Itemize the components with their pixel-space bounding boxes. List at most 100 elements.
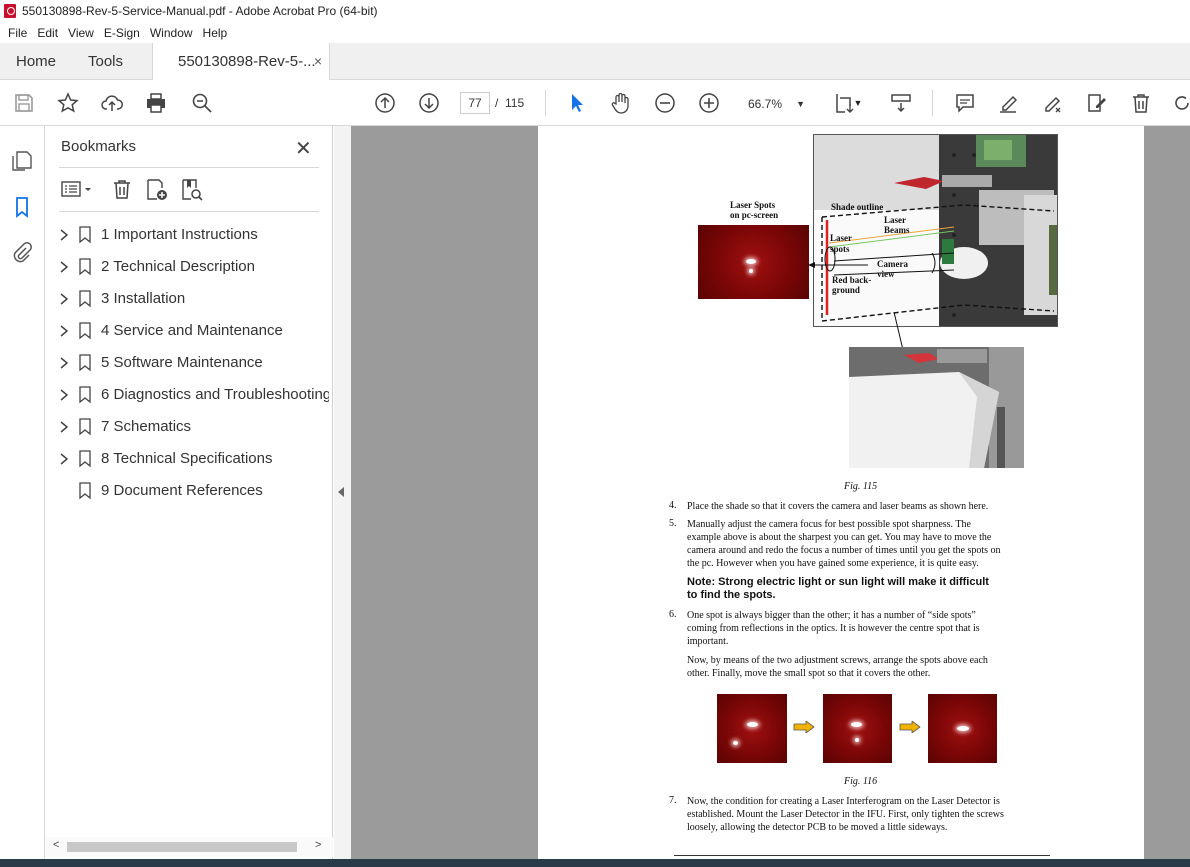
menu-window[interactable]: Window [145,26,198,40]
bookmark-item[interactable]: 4 Service and Maintenance [59,315,329,347]
bookmark-icon [79,290,91,308]
zoom-level-dropdown[interactable]: 66.7% ▼ [741,93,811,115]
page-up-icon[interactable] [373,91,397,115]
bookmark-icon [79,226,91,244]
bookmark-panel-icon[interactable] [11,196,33,218]
bookmark-item[interactable]: 3 Installation [59,283,329,315]
panel-title: Bookmarks [61,138,137,155]
chevron-right-icon[interactable] [59,356,69,369]
chevron-right-icon[interactable] [59,452,69,465]
hand-tool-icon[interactable] [609,91,633,115]
step-7-line-2: established. Mount the Laser Detector in… [687,809,1004,820]
bookmark-item[interactable]: 8 Technical Specifications [59,443,329,475]
scroll-mode-icon[interactable] [889,91,913,115]
menu-esign[interactable]: E-Sign [99,26,145,40]
panel-collapse-handle[interactable] [334,126,351,859]
bookmark-item[interactable]: 2 Technical Description [59,251,329,283]
menu-edit[interactable]: Edit [32,26,63,40]
bookmark-item[interactable]: 6 Diagnostics and Troubleshooting [59,379,329,411]
step-7-line-3: loosely, allowing the detector PCB to be… [687,822,948,833]
toolbar: 77 / 115 66.7% ▼ ▼ [0,80,1190,126]
bookmark-label: 4 Service and Maintenance [101,322,283,339]
taskbar [0,859,1190,867]
comment-icon[interactable] [953,91,977,115]
bookmark-item[interactable]: 7 Schematics [59,411,329,443]
find-bookmark-icon[interactable] [180,178,204,202]
scroll-left-icon[interactable]: < [53,839,59,851]
new-bookmark-icon[interactable] [145,178,169,202]
zoom-in-icon[interactable] [697,91,721,115]
bookmark-label: 6 Diagnostics and Troubleshooting [101,386,329,403]
bookmark-icon [79,418,91,436]
chevron-right-icon[interactable] [59,292,69,305]
edit-pdf-icon[interactable] [1085,91,1109,115]
chevron-right-icon[interactable] [59,324,69,337]
bookmark-label: 1 Important Instructions [101,226,258,243]
page-number-input[interactable]: 77 [460,92,490,114]
highlight-pen-icon[interactable] [997,91,1021,115]
acrobat-pdf-icon [4,4,16,18]
menu-bar: File Edit View E-Sign Window Help [0,22,1190,43]
paragraph-line-2: other. Finally, move the small spot so t… [687,668,931,679]
chevron-right-icon[interactable] [59,228,69,241]
menu-help[interactable]: Help [198,26,233,40]
step-5-line-2: example above is about the sharpest you … [687,532,992,543]
attachments-paperclip-icon[interactable] [11,241,33,263]
pointer-arrow [808,262,868,268]
zoom-out-icon[interactable] [653,91,677,115]
laser-spots-pc-label: Laser Spots [730,200,776,210]
document-viewer[interactable]: Shade outline Laser Beams Laser spots Ca… [351,126,1190,859]
page-down-icon[interactable] [417,91,441,115]
shade-outline-label: Shade outline [831,202,884,212]
bookmark-icon [79,322,91,340]
page-thumbnails-icon[interactable] [11,150,33,172]
red-background-label-2: ground [832,285,860,295]
note-line-2: to find the spots. [687,589,776,601]
zoom-value: 66.7% [748,97,783,111]
rotate-icon[interactable] [1170,91,1190,115]
bookmark-label: 2 Technical Description [101,258,255,275]
chevron-down-icon: ▼ [796,99,805,109]
star-icon[interactable] [56,91,80,115]
scrollbar-thumb[interactable] [67,842,297,852]
toolbar-divider [932,90,933,116]
close-icon[interactable]: ✕ [295,136,312,161]
camera-view-label: Camera [877,259,908,269]
chevron-right-icon[interactable] [59,420,69,433]
delete-icon[interactable] [1129,91,1153,115]
tab-close-icon[interactable]: × [314,43,322,80]
print-icon[interactable] [144,91,168,115]
bookmarks-panel: Bookmarks ✕ < > 1 Important Instructions… [45,126,333,859]
bookmark-icon [79,386,91,404]
draw-sign-icon[interactable] [1041,91,1065,115]
laser-beams-label: Laser [884,215,906,225]
tab-home[interactable]: Home [16,43,56,80]
spot-sequence-image-1 [717,694,787,763]
menu-file[interactable]: File [3,26,32,40]
bookmark-icon [79,450,91,468]
upload-cloud-icon[interactable] [100,91,124,115]
spot-sequence-image-2 [823,694,892,763]
step-number: 4. [669,500,677,511]
zoom-search-icon[interactable] [190,91,214,115]
figure-115-photo: Shade outline Laser Beams Laser spots Ca… [813,134,1058,327]
chevron-right-icon[interactable] [59,388,69,401]
page-fit-chevron-icon[interactable]: ▼ [852,91,864,115]
laser-spot [733,741,738,745]
select-cursor-icon[interactable] [565,91,589,115]
horizontal-scrollbar[interactable]: < > [45,837,333,857]
bookmark-item[interactable]: 5 Software Maintenance [59,347,329,379]
menu-view[interactable]: View [63,26,99,40]
laser-spot [749,269,753,273]
bookmark-item[interactable]: 1 Important Instructions [59,219,329,251]
bookmark-options-icon[interactable] [61,178,95,202]
bookmark-item[interactable]: 9 Document References [59,475,329,507]
laser-spot [747,722,758,727]
delete-bookmark-icon[interactable] [111,178,135,202]
chevron-right-icon[interactable] [59,260,69,273]
step-5-line-3: camera around and redo the focus a numbe… [687,545,1001,556]
tab-document[interactable]: 550130898-Rev-5-... × [152,43,330,81]
tab-tools[interactable]: Tools [88,43,123,80]
save-icon[interactable] [12,91,36,115]
scroll-right-icon[interactable]: > [315,839,321,851]
